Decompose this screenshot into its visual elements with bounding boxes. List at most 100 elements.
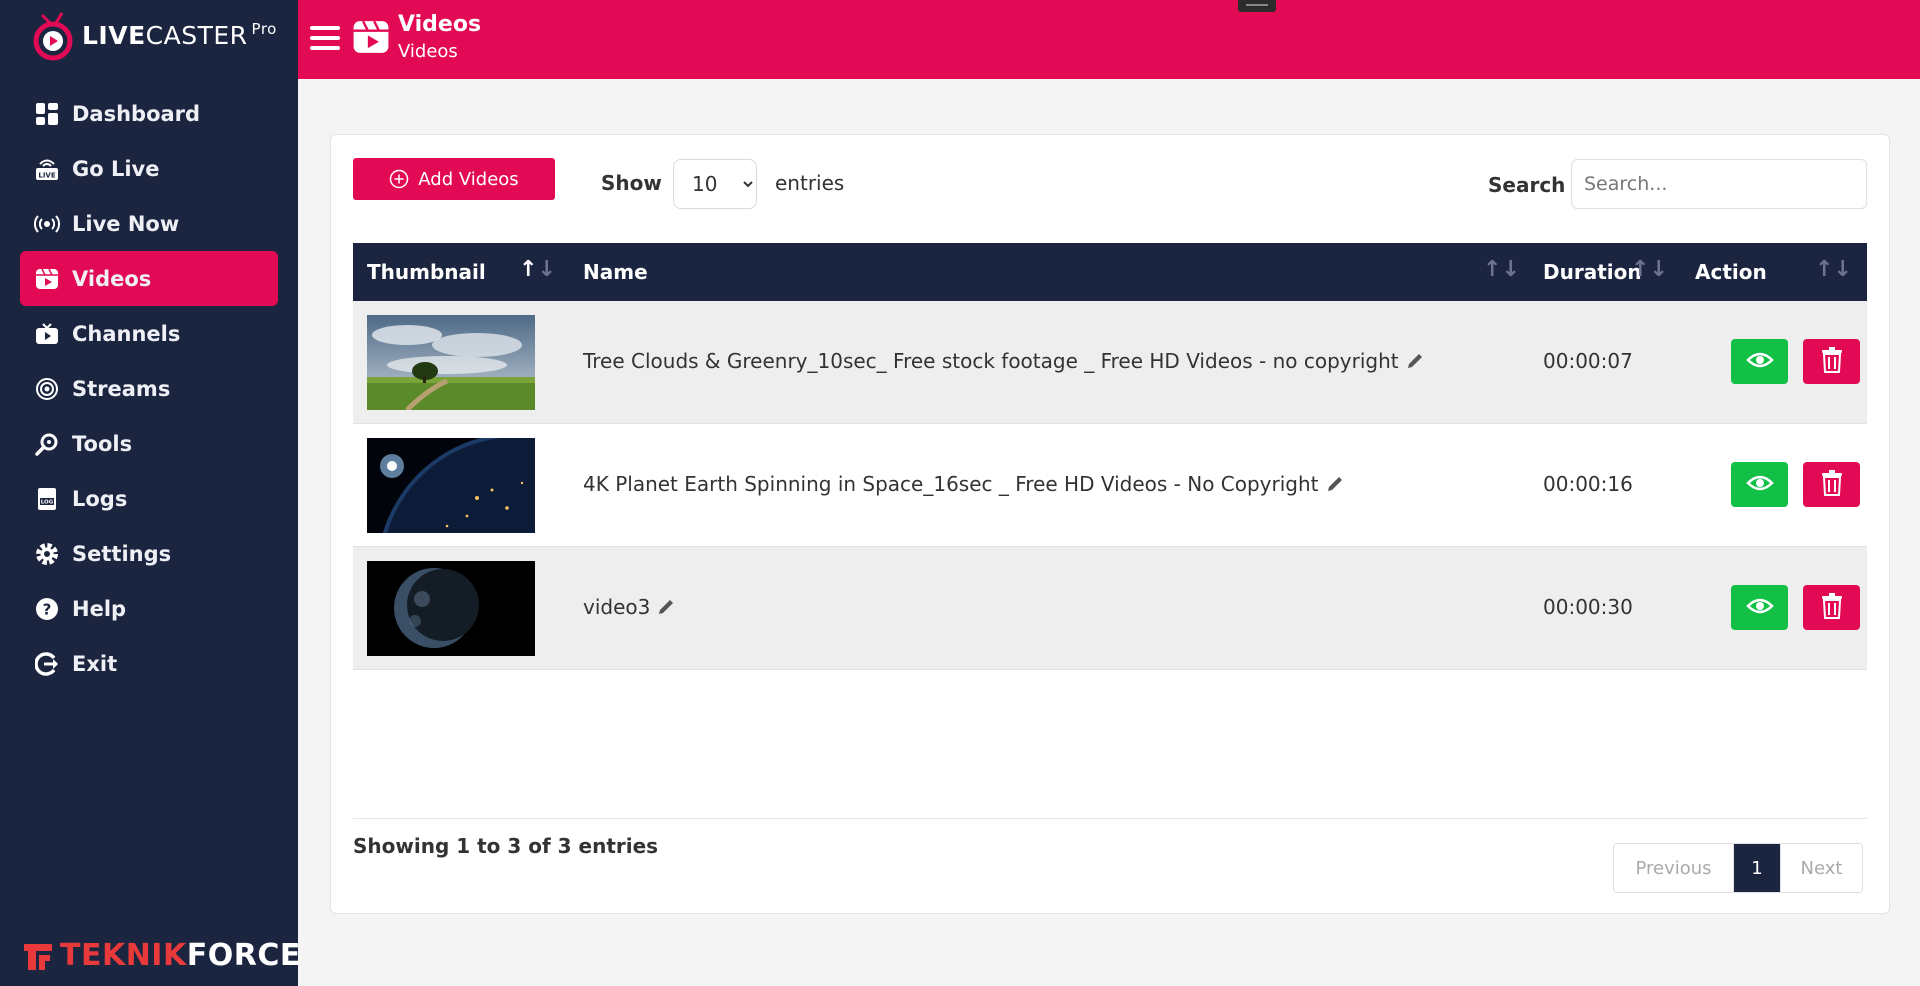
search-input[interactable] xyxy=(1571,159,1867,209)
sidebar-item-streams[interactable]: Streams xyxy=(20,361,278,416)
logo-text: LIVECASTER Pro xyxy=(82,20,277,50)
add-videos-label: Add Videos xyxy=(418,168,519,190)
next-page-button[interactable]: Next xyxy=(1780,844,1862,892)
sort-icon[interactable]: ↑ ↓ xyxy=(1483,257,1520,283)
table-header: Thumbnail ↑ ↓ Name ↑ ↓ Duration ↑ ↓ Action … xyxy=(353,243,1867,301)
video-name: video3 xyxy=(583,595,676,619)
trash-icon xyxy=(1821,592,1843,623)
sidebar-item-label: Help xyxy=(72,596,127,621)
sidebar-item-go-live[interactable]: LIVE Go Live xyxy=(20,141,278,196)
entries-label: entries xyxy=(775,171,845,195)
livecaster-logo-icon xyxy=(32,7,76,63)
video-name: Tree Clouds & Greenry_10sec_ Free stock … xyxy=(583,349,1425,373)
gear-icon xyxy=(34,541,60,567)
sidebar: LIVECASTER Pro Dashboard LIVE Go Live Liv… xyxy=(0,0,301,986)
sidebar-item-label: Streams xyxy=(72,376,171,401)
dashboard-icon xyxy=(34,101,60,127)
videos-card: Add Videos Show 10 entries Search Thumbn… xyxy=(330,134,1890,914)
sidebar-item-label: Tools xyxy=(72,431,133,456)
help-icon: ? xyxy=(34,596,60,622)
eye-icon xyxy=(1745,596,1774,620)
sidebar-item-help[interactable]: ? Help xyxy=(20,581,278,636)
pagination: Previous 1 Next xyxy=(1613,843,1863,893)
logs-icon: LOG xyxy=(34,486,60,512)
video-duration: 00:00:30 xyxy=(1543,595,1633,619)
table-row: 4K Planet Earth Spinning in Space_16sec … xyxy=(353,424,1867,547)
sort-icon[interactable]: ↑ ↓ xyxy=(1631,257,1668,283)
delete-button[interactable] xyxy=(1803,339,1860,384)
video-thumbnail[interactable] xyxy=(367,315,535,410)
sidebar-item-label: Exit xyxy=(72,651,118,676)
edit-pencil-icon[interactable] xyxy=(656,597,676,617)
breadcrumb: Videos xyxy=(398,41,458,62)
streams-icon xyxy=(34,376,60,402)
sidebar-item-label: Settings xyxy=(72,541,172,566)
top-header: Videos Videos xyxy=(298,0,1920,79)
sidebar-item-label: Live Now xyxy=(72,211,180,236)
entries-per-page-select[interactable]: 10 xyxy=(673,159,757,209)
view-button[interactable] xyxy=(1731,462,1788,507)
sidebar-item-label: Go Live xyxy=(72,156,160,181)
show-label: Show xyxy=(601,171,662,195)
sidebar-item-dashboard[interactable]: Dashboard xyxy=(20,86,278,141)
table-row: Tree Clouds & Greenry_10sec_ Free stock … xyxy=(353,301,1867,424)
teknikforce-logo: TEKNIK FORCE xyxy=(22,938,301,973)
sidebar-item-logs[interactable]: LOG Logs xyxy=(20,471,278,526)
trash-icon xyxy=(1821,469,1843,500)
video-duration: 00:00:07 xyxy=(1543,349,1633,373)
previous-page-button[interactable]: Previous xyxy=(1614,844,1734,892)
sidebar-item-videos[interactable]: Videos xyxy=(20,251,278,306)
sidebar-item-tools[interactable]: Tools xyxy=(20,416,278,471)
divider xyxy=(353,818,1867,819)
trash-icon xyxy=(1821,346,1843,377)
videos-table: Thumbnail ↑ ↓ Name ↑ ↓ Duration ↑ ↓ Action … xyxy=(353,243,1867,670)
add-videos-button[interactable]: Add Videos xyxy=(353,158,555,200)
plus-circle-icon xyxy=(389,169,409,189)
channel-tv-icon xyxy=(34,321,60,347)
app-logo[interactable]: LIVECASTER Pro xyxy=(32,4,277,66)
go-live-icon: LIVE xyxy=(34,156,60,182)
svg-text:LOG: LOG xyxy=(41,499,54,505)
video-icon xyxy=(34,266,60,292)
video-thumbnail[interactable] xyxy=(367,438,535,533)
svg-text:LIVE: LIVE xyxy=(38,171,55,179)
view-button[interactable] xyxy=(1731,339,1788,384)
video-duration: 00:00:16 xyxy=(1543,472,1633,496)
tools-icon xyxy=(34,431,60,457)
sidebar-item-label: Logs xyxy=(72,486,128,511)
drag-handle[interactable] xyxy=(1238,0,1276,12)
sidebar-item-label: Dashboard xyxy=(72,101,201,126)
edit-pencil-icon[interactable] xyxy=(1405,351,1425,371)
column-header-duration[interactable]: Duration xyxy=(1543,243,1642,301)
exit-icon xyxy=(34,651,60,677)
edit-pencil-icon[interactable] xyxy=(1325,474,1345,494)
sidebar-item-channels[interactable]: Channels xyxy=(20,306,278,361)
broadcast-icon xyxy=(34,211,60,237)
sidebar-item-label: Channels xyxy=(72,321,181,346)
video-name: 4K Planet Earth Spinning in Space_16sec … xyxy=(583,472,1345,496)
sidebar-item-exit[interactable]: Exit xyxy=(20,636,278,691)
svg-text:?: ? xyxy=(43,600,52,618)
sort-icon[interactable]: ↑ ↓ xyxy=(519,257,556,283)
column-header-thumbnail[interactable]: Thumbnail xyxy=(367,243,486,301)
menu-toggle-icon[interactable] xyxy=(310,26,340,50)
table-row: video3 00:00:30 xyxy=(353,547,1867,670)
sidebar-item-live-now[interactable]: Live Now xyxy=(20,196,278,251)
table-info: Showing 1 to 3 of 3 entries xyxy=(353,834,659,858)
page-title: Videos xyxy=(398,12,482,37)
sidebar-nav: Dashboard LIVE Go Live Live Now Videos C… xyxy=(20,86,278,691)
eye-icon xyxy=(1745,350,1774,374)
view-button[interactable] xyxy=(1731,585,1788,630)
video-thumbnail[interactable] xyxy=(367,561,535,656)
column-header-name[interactable]: Name xyxy=(583,243,648,301)
delete-button[interactable] xyxy=(1803,585,1860,630)
column-header-action: Action xyxy=(1695,260,1767,284)
search-label: Search xyxy=(1488,173,1566,197)
video-icon xyxy=(352,18,390,56)
delete-button[interactable] xyxy=(1803,462,1860,507)
sidebar-item-label: Videos xyxy=(72,266,152,291)
teknikforce-mark-icon xyxy=(24,943,52,970)
sort-icon[interactable]: ↑ ↓ xyxy=(1815,257,1852,283)
sidebar-item-settings[interactable]: Settings xyxy=(20,526,278,581)
page-1-button[interactable]: 1 xyxy=(1734,844,1780,892)
